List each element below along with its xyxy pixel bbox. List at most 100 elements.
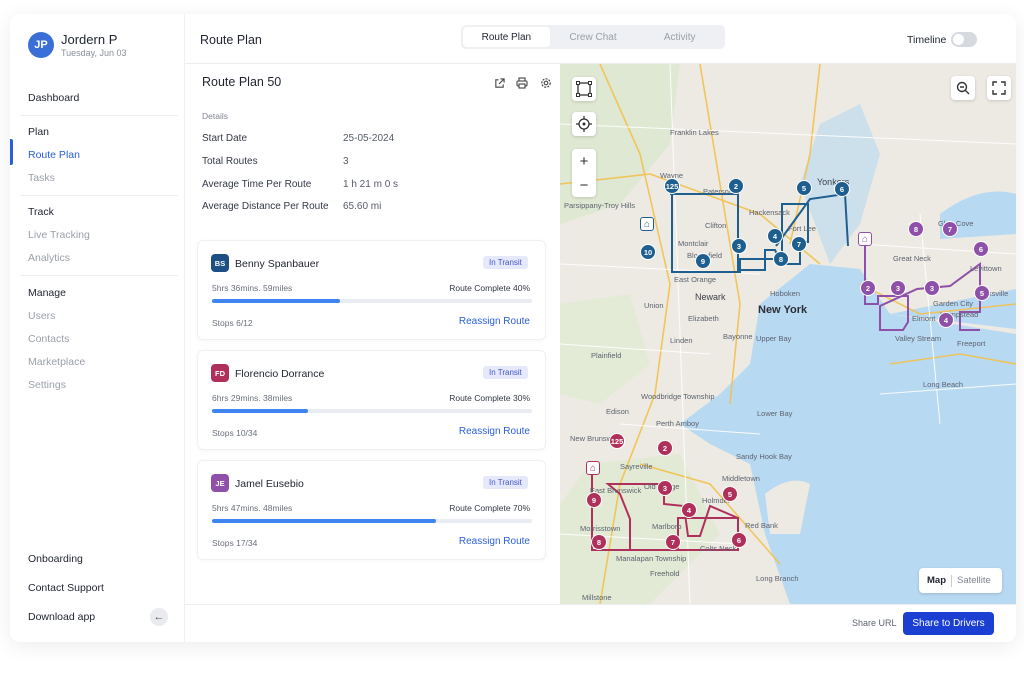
map-label-east-orange: East Orange: [674, 275, 717, 284]
sidebar-item-marketplace[interactable]: Marketplace: [28, 356, 85, 368]
route-stop-marker[interactable]: 2: [728, 178, 744, 194]
sidebar-item-live-tracking[interactable]: Live Tracking: [28, 229, 90, 241]
route-stop-marker[interactable]: 7: [942, 221, 958, 237]
zoom-in-button[interactable]: +: [572, 149, 596, 173]
sidebar-item-contact-support[interactable]: Contact Support: [28, 582, 104, 594]
sidebar-section-plan: Plan: [28, 126, 50, 138]
sidebar-item-onboarding[interactable]: Onboarding: [28, 553, 83, 565]
share-to-drivers-button[interactable]: Share to Drivers: [903, 612, 994, 635]
route-stop-marker[interactable]: 4: [767, 228, 783, 244]
route-stop-marker[interactable]: 5: [796, 180, 812, 196]
map-label-great-neck: Great Neck: [893, 254, 931, 263]
route-stop-marker[interactable]: 6: [834, 181, 850, 197]
route-stop-marker[interactable]: 6: [973, 241, 989, 257]
route-stop-marker[interactable]: 7: [665, 534, 681, 550]
route-stop-marker[interactable]: 9: [695, 253, 711, 269]
plan-title: Route Plan 50: [202, 75, 282, 89]
export-button[interactable]: [490, 74, 508, 92]
progress-bar: [212, 519, 532, 523]
share-url-link[interactable]: Share URL: [852, 618, 897, 628]
route-stop-marker[interactable]: 3: [890, 280, 906, 296]
route-stop-marker[interactable]: 6: [731, 532, 747, 548]
reassign-route-link[interactable]: Reassign Route: [459, 426, 530, 437]
route-stop-marker[interactable]: 7: [791, 236, 807, 252]
fullscreen-icon: [992, 81, 1006, 95]
driver-name: Jamel Eusebio: [235, 478, 304, 490]
driver-card[interactable]: JE Jamel Eusebio In Transit 5hrs 47mins.…: [197, 460, 546, 560]
depot-home-icon[interactable]: ⌂: [858, 232, 872, 246]
tab-activity[interactable]: Activity: [636, 27, 723, 47]
driver-name: Florencio Dorrance: [235, 368, 325, 380]
map-label-millstone: Millstone: [582, 593, 612, 602]
sidebar-item-route-plan[interactable]: Route Plan: [28, 149, 80, 161]
route-stop-marker[interactable]: 4: [938, 312, 954, 328]
map-label-marlboro: Marlboro: [652, 522, 682, 531]
map-label-bayonne: Bayonne: [723, 332, 753, 341]
route-stop-marker[interactable]: 5: [974, 285, 990, 301]
route-stop-marker[interactable]: 125: [609, 433, 625, 449]
collapse-sidebar-button[interactable]: ←: [150, 608, 168, 626]
sidebar-item-contacts[interactable]: Contacts: [28, 333, 69, 345]
detail-value-total-routes: 3: [343, 156, 349, 167]
route-stop-marker[interactable]: 5: [722, 486, 738, 502]
route-stop-marker[interactable]: 8: [773, 251, 789, 267]
tab-crew-chat[interactable]: Crew Chat: [550, 27, 637, 47]
map-label-freeport: Freeport: [957, 339, 986, 348]
crosshair-icon: [576, 116, 592, 132]
map-label-hoboken: Hoboken: [770, 289, 801, 298]
driver-card[interactable]: BS Benny Spanbauer In Transit 5hrs 36min…: [197, 240, 546, 340]
route-stop-marker[interactable]: 8: [591, 534, 607, 550]
select-area-icon: [576, 81, 592, 97]
sidebar-item-users[interactable]: Users: [28, 310, 55, 322]
route-map[interactable]: New York Newark Yonkers Paterson Clifton…: [560, 64, 1016, 604]
route-stop-marker[interactable]: 3: [657, 480, 673, 496]
footer-bar: Share URL Share to Drivers: [185, 604, 1016, 642]
route-stop-marker[interactable]: 4: [681, 502, 697, 518]
map-label-elizabeth: Elizabeth: [688, 314, 719, 323]
route-stop-marker[interactable]: 125: [664, 178, 680, 194]
map-label-franklin-lakes: Franklin Lakes: [670, 128, 719, 137]
route-stop-marker[interactable]: 9: [586, 492, 602, 508]
zoom-out-button[interactable]: −: [572, 173, 596, 197]
tab-route-plan[interactable]: Route Plan: [463, 27, 550, 47]
avatar[interactable]: JP: [28, 32, 54, 58]
satellite-view-option[interactable]: Satellite: [957, 575, 991, 586]
reassign-route-link[interactable]: Reassign Route: [459, 316, 530, 327]
map-label-hackensack: Hackensack: [749, 208, 790, 217]
map-label-levittown: Levittown: [970, 264, 1002, 273]
map-label-elmont: Elmont: [912, 314, 936, 323]
stops-count: Stops 10/34: [212, 428, 258, 438]
sidebar-item-download-app[interactable]: Download app: [28, 611, 95, 623]
status-badge: In Transit: [483, 256, 528, 269]
sidebar-item-settings[interactable]: Settings: [28, 379, 66, 391]
depot-home-icon[interactable]: ⌂: [640, 217, 654, 231]
timeline-toggle[interactable]: [951, 32, 977, 47]
depot-home-icon[interactable]: ⌂: [586, 461, 600, 475]
settings-button[interactable]: [537, 74, 555, 92]
draw-area-button[interactable]: [572, 77, 596, 101]
search-map-button[interactable]: [951, 76, 975, 100]
sidebar-divider: [20, 195, 178, 196]
driver-card[interactable]: FD Florencio Dorrance In Transit 6hrs 29…: [197, 350, 546, 450]
map-view-option[interactable]: Map: [919, 575, 946, 586]
route-stop-marker[interactable]: 3: [924, 280, 940, 296]
detail-label-start-date: Start Date: [202, 133, 248, 144]
sidebar-item-tasks[interactable]: Tasks: [28, 172, 55, 184]
status-badge: In Transit: [483, 476, 528, 489]
route-stop-marker[interactable]: 8: [908, 221, 924, 237]
reassign-route-link[interactable]: Reassign Route: [459, 536, 530, 547]
route-stop-marker[interactable]: 10: [640, 244, 656, 260]
sidebar-item-dashboard[interactable]: Dashboard: [28, 92, 79, 104]
user-profile[interactable]: JP Jordern P Tuesday, Jun 03: [28, 32, 127, 58]
route-stop-marker[interactable]: 2: [860, 280, 876, 296]
sidebar-item-analytics[interactable]: Analytics: [28, 252, 70, 264]
header: Route Plan Route Plan Crew Chat Activity…: [185, 14, 1016, 64]
fullscreen-button[interactable]: [987, 76, 1011, 100]
route-stop-marker[interactable]: 2: [657, 440, 673, 456]
sidebar: JP Jordern P Tuesday, Jun 03 Dashboard P…: [10, 14, 185, 642]
print-button[interactable]: [513, 74, 531, 92]
detail-value-avg-distance: 65.60 mi: [343, 201, 382, 212]
route-stop-marker[interactable]: 3: [731, 238, 747, 254]
sidebar-section-manage: Manage: [28, 287, 66, 299]
locate-button[interactable]: [572, 112, 596, 136]
